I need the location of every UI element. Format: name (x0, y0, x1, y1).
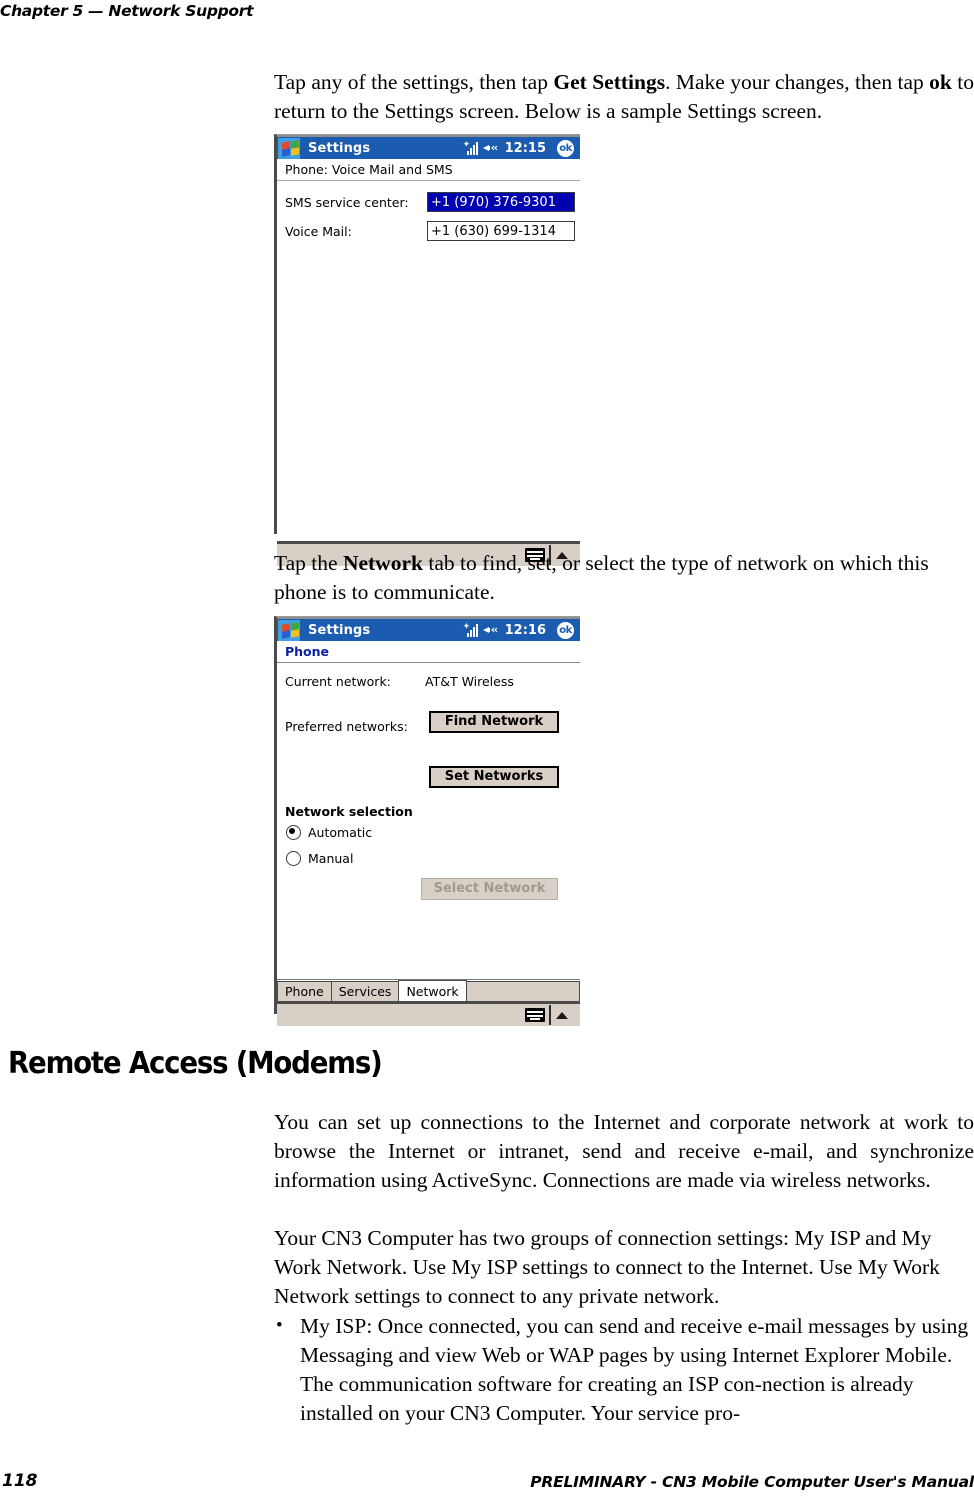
pda2-title-bar: Settings ✦ ‹ ‹ 12:16 ok (277, 617, 580, 641)
pda1-label-voice-mail: Voice Mail: (285, 223, 352, 239)
device-screenshot-phone-network: Settings ✦ ‹ ‹ 12:16 ok Phone Current net… (274, 616, 580, 1026)
tab-phone[interactable]: Phone (277, 981, 332, 1001)
pda2-label-current-network: Current network: (285, 674, 391, 689)
paragraph-tap-network-tab: Tap the Network tab to find, set, or sel… (274, 549, 974, 607)
pda2-tab-bar: Phone Services Network (277, 979, 580, 1001)
signal-strength-icon[interactable]: ✦ (463, 141, 478, 155)
paragraph-tap-any-settings: Tap any of the settings, then tap Get Se… (274, 68, 974, 126)
pda1-label-sms-service-center: SMS service center: (285, 194, 409, 210)
p2-text-a: Tap the (274, 551, 343, 575)
tab-bar-filler (465, 981, 580, 1001)
keyboard-icon[interactable] (525, 1008, 545, 1022)
tab-services-label: Services (338, 984, 392, 999)
device-screenshot-voice-mail-sms: Settings ✦ ‹ ‹ 12:15 ok Phone: Voice Mail… (274, 134, 580, 566)
windows-start-icon[interactable] (278, 137, 300, 159)
tab-network-label: Network (406, 983, 459, 999)
signal-strength-icon[interactable]: ✦ (463, 623, 478, 637)
page-number: 118 (2, 1471, 38, 1491)
pda2-content: Current network: AT&T Wireless Find Netw… (277, 674, 580, 979)
list-item: • My ISP: Once connected, you can send a… (274, 1312, 974, 1428)
pda1-app-title: Settings (308, 140, 371, 156)
paragraph-connection-groups: Your CN3 Computer has two groups of conn… (274, 1224, 974, 1311)
pda2-subheader: Phone (277, 641, 580, 663)
pda1-row-voice-mail: Voice Mail: +1 (630) 699-1314 (277, 221, 580, 241)
soft-input-divider (549, 1005, 551, 1025)
pda1-status-area: ✦ ‹ ‹ 12:15 ok (463, 137, 574, 159)
tab-network[interactable]: Network (398, 980, 467, 1001)
radio-automatic-label: Automatic (308, 825, 373, 840)
pda2-soft-input-bar (277, 1001, 580, 1026)
pda2-ok-button[interactable]: ok (557, 621, 574, 639)
pda1-input-sms-service-center[interactable]: +1 (970) 376-9301 (427, 192, 575, 212)
volume-speaker-icon[interactable]: ‹ ‹ (482, 142, 499, 155)
tab-services[interactable]: Services (330, 981, 400, 1001)
p3-text: You can set up connections to the Intern… (274, 1110, 974, 1192)
pda2-value-current-network: AT&T Wireless (425, 674, 514, 689)
pda2-label-network-selection: Network selection (285, 804, 413, 819)
p4-text: Your CN3 Computer has two groups of conn… (274, 1226, 940, 1308)
set-networks-button[interactable]: Set Networks (429, 765, 559, 788)
bullet-list-my-isp: • My ISP: Once connected, you can send a… (274, 1312, 974, 1428)
bullet1-text: My ISP: Once connected, you can send and… (300, 1314, 969, 1425)
radio-option-manual[interactable]: Manual (277, 851, 353, 866)
p1-bold-ok: ok (929, 70, 952, 94)
pda2-status-area: ✦ ‹ ‹ 12:16 ok (463, 619, 574, 641)
pda1-content: SMS service center: +1 (970) 376-9301 Vo… (277, 192, 580, 541)
footer-manual-title: PRELIMINARY - CN3 Mobile Computer User's… (530, 1473, 974, 1491)
windows-start-icon[interactable] (278, 619, 300, 641)
radio-automatic-indicator[interactable] (286, 825, 301, 840)
radio-option-automatic[interactable]: Automatic (277, 825, 372, 840)
p1-text-a: Tap any of the settings, then tap (274, 70, 554, 94)
radio-manual-label: Manual (308, 851, 354, 866)
p1-bold-get-settings: Get Settings (553, 70, 666, 94)
bullet-glyph: • (276, 1315, 283, 1336)
p2-bold-network: Network (342, 551, 423, 575)
pda1-row-sms-service-center: SMS service center: +1 (970) 376-9301 (277, 192, 580, 212)
pda1-title-bar: Settings ✦ ‹ ‹ 12:15 ok (277, 135, 580, 159)
pda2-row-current-network: Current network: AT&T Wireless (277, 674, 580, 689)
pda1-input-voice-mail[interactable]: +1 (630) 699-1314 (427, 221, 575, 241)
find-network-button[interactable]: Find Network (429, 710, 559, 733)
running-head: Chapter 5 — Network Support (0, 2, 254, 20)
tab-phone-label: Phone (285, 984, 324, 999)
paragraph-remote-access-intro: You can set up connections to the Intern… (274, 1108, 974, 1195)
volume-speaker-icon[interactable]: ‹ ‹ (482, 624, 499, 637)
p1-text-c: . Make your changes, then tap (665, 70, 930, 94)
pda2-label-preferred-networks: Preferred networks: (285, 719, 408, 734)
pda1-clock[interactable]: 12:15 (505, 141, 546, 156)
chevron-up-icon[interactable] (556, 1011, 568, 1019)
pda1-subheader: Phone: Voice Mail and SMS (277, 159, 580, 181)
pda1-ok-button[interactable]: ok (557, 139, 574, 157)
select-network-button: Select Network (421, 877, 558, 900)
radio-manual-indicator[interactable] (286, 851, 301, 866)
pda2-app-title: Settings (308, 622, 371, 638)
pda2-clock[interactable]: 12:16 (505, 623, 546, 638)
section-heading-remote-access: Remote Access (Modems) (8, 1046, 383, 1081)
